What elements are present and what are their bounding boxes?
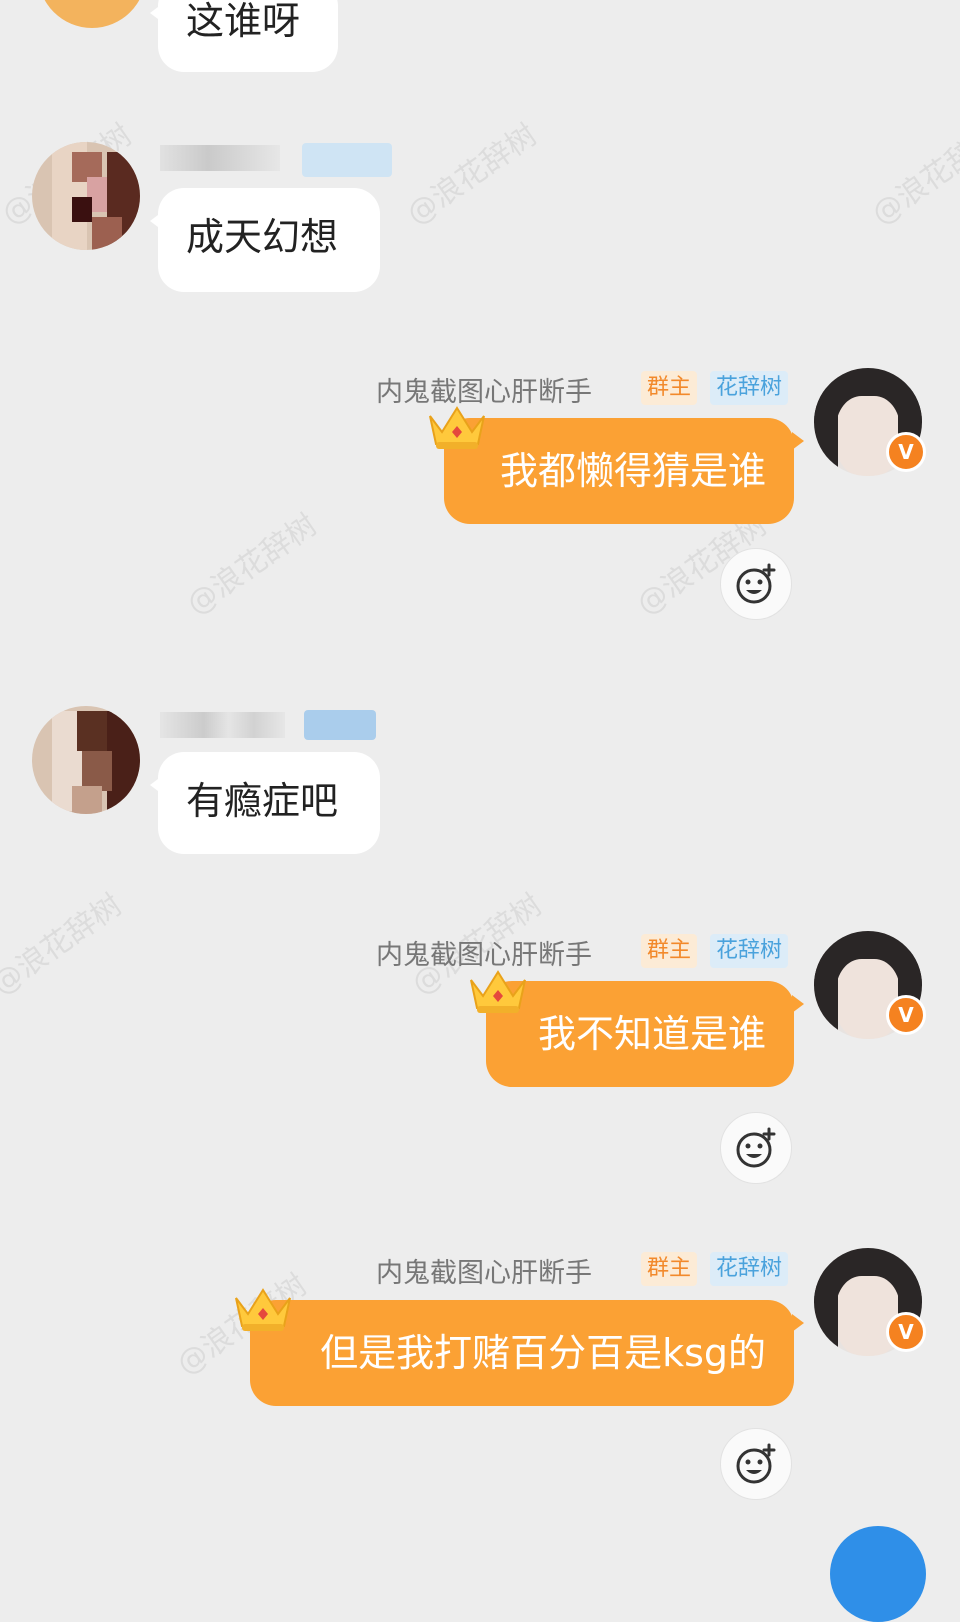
group-owner-tag: 群主	[641, 934, 698, 968]
sender-name: 内鬼截图心肝断手	[376, 1258, 592, 1289]
sender-name-blurred	[160, 712, 285, 738]
crown-icon	[429, 406, 485, 449]
message-bubble[interactable]: 有瘾症吧	[150, 752, 380, 854]
add-reaction-button[interactable]	[720, 1112, 792, 1184]
verified-badge-icon: V	[886, 995, 926, 1035]
user-avatar[interactable]: V	[814, 368, 926, 476]
scroll-to-bottom-button[interactable]	[830, 1526, 926, 1622]
sender-avatar[interactable]	[32, 706, 140, 814]
watermark: @浪花辞树	[865, 117, 960, 233]
sender-name-blurred	[160, 145, 280, 171]
user-avatar[interactable]: V	[814, 931, 926, 1039]
message-text: 有瘾症吧	[186, 779, 339, 823]
add-reaction-button[interactable]	[720, 1428, 792, 1500]
group-owner-tag: 群主	[641, 1252, 698, 1286]
sender-tag-blurred	[304, 710, 376, 740]
add-reaction-icon	[736, 1127, 776, 1168]
group-owner-tag: 群主	[641, 371, 698, 405]
message-bubble[interactable]: 但是我打赌百分百是ksg的	[250, 1300, 804, 1406]
member-title-tag: 花辞树	[710, 934, 789, 968]
message-text: 但是我打赌百分百是ksg的	[320, 1331, 766, 1375]
verified-badge-icon: V	[886, 432, 926, 472]
sender-avatar[interactable]	[32, 142, 140, 250]
member-title-tag: 花辞树	[710, 1252, 789, 1286]
verified-badge-icon: V	[886, 1312, 926, 1352]
sender-tag-blurred	[302, 143, 392, 177]
crown-icon	[235, 1288, 291, 1331]
add-reaction-icon	[736, 1443, 776, 1484]
add-reaction-icon	[736, 563, 776, 604]
message-text: 我都懒得猜是谁	[499, 449, 766, 493]
message-text: 这谁呀	[186, 0, 301, 43]
crown-icon	[470, 970, 526, 1013]
message-bubble[interactable]: 这谁呀	[150, 0, 338, 72]
watermark: @浪花辞树	[400, 117, 544, 233]
member-title-tag: 花辞树	[710, 371, 789, 405]
watermark: @浪花辞树	[180, 507, 324, 623]
message-bubble[interactable]: 成天幻想	[150, 188, 380, 292]
message-bubble[interactable]: 我不知道是谁	[486, 981, 804, 1087]
sender-avatar[interactable]	[38, 0, 146, 28]
watermark: @浪花辞树	[0, 887, 129, 1003]
user-avatar[interactable]: V	[814, 1248, 926, 1356]
message-bubble[interactable]: 我都懒得猜是谁	[444, 418, 804, 524]
message-text: 我不知道是谁	[537, 1012, 766, 1056]
message-text: 成天幻想	[186, 215, 339, 259]
add-reaction-button[interactable]	[720, 548, 792, 620]
